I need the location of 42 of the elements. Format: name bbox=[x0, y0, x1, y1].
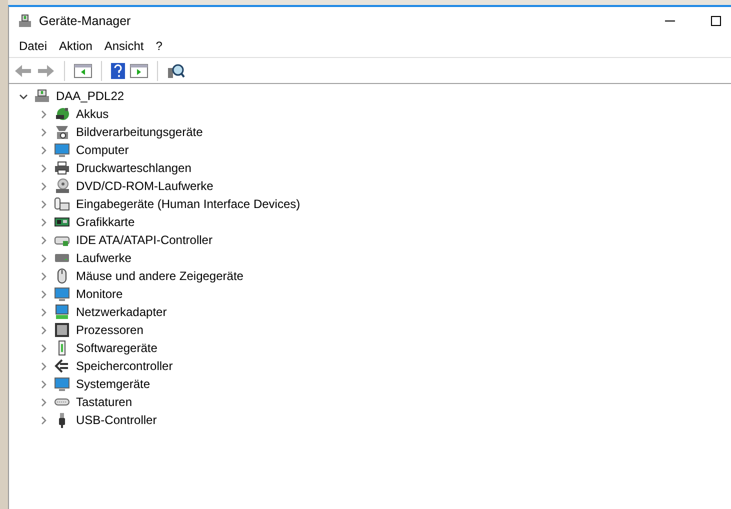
storage-controller-icon bbox=[54, 358, 70, 374]
tree-item[interactable]: Netzwerkadapter bbox=[76, 303, 167, 321]
tree-item[interactable]: Druckwarteschlangen bbox=[76, 159, 192, 177]
computer-icon bbox=[34, 88, 50, 104]
tree-item[interactable]: IDE ATA/ATAPI-Controller bbox=[76, 231, 212, 249]
console-tree-icon[interactable] bbox=[74, 64, 92, 78]
monitor-icon bbox=[54, 376, 70, 392]
processor-icon bbox=[54, 322, 70, 338]
tree-item[interactable]: USB-Controller bbox=[76, 411, 157, 429]
tree-item[interactable]: DVD/CD-ROM-Laufwerke bbox=[76, 177, 214, 195]
menu-item[interactable]: ? bbox=[150, 37, 168, 55]
monitor-icon bbox=[54, 142, 70, 158]
tree-item[interactable]: DAA_PDL22 bbox=[56, 87, 124, 105]
window-title: Geräte-Manager bbox=[39, 12, 131, 30]
action-pane-icon[interactable] bbox=[130, 64, 148, 78]
scan-hardware-icon[interactable] bbox=[167, 62, 185, 78]
tree-item[interactable]: Speichercontroller bbox=[76, 357, 173, 375]
keyboard-mouse-icon bbox=[54, 196, 70, 212]
printer-icon bbox=[54, 160, 70, 176]
camera-icon bbox=[54, 124, 70, 140]
tree-item[interactable]: Eingabegeräte (Human Interface Devices) bbox=[76, 195, 300, 213]
device-manager-icon bbox=[17, 13, 33, 29]
tree-item[interactable]: Systemgeräte bbox=[76, 375, 150, 393]
network-icon bbox=[54, 304, 70, 320]
tree-item[interactable]: Tastaturen bbox=[76, 393, 132, 411]
tree-item[interactable]: Akkus bbox=[76, 105, 109, 123]
tree-item[interactable]: Monitore bbox=[76, 285, 123, 303]
battery-icon bbox=[54, 106, 70, 122]
tree-item[interactable]: Computer bbox=[76, 141, 129, 159]
disc-drive-icon bbox=[54, 178, 70, 194]
menu-item[interactable]: Aktion bbox=[53, 37, 98, 55]
tree-item[interactable]: Softwaregeräte bbox=[76, 339, 158, 357]
monitor-icon bbox=[54, 286, 70, 302]
help-icon[interactable] bbox=[111, 62, 125, 78]
tree-item[interactable]: Mäuse und andere Zeigegeräte bbox=[76, 267, 244, 285]
menu-item[interactable]: Datei bbox=[13, 37, 54, 55]
tree-item[interactable]: Bildverarbeitungsgeräte bbox=[76, 123, 203, 141]
tree-item[interactable]: Grafikkarte bbox=[76, 213, 135, 231]
tree-item[interactable]: Laufwerke bbox=[76, 249, 132, 267]
tree-item[interactable]: Prozessoren bbox=[76, 321, 144, 339]
maximize-icon[interactable] bbox=[711, 16, 721, 26]
menu-item[interactable]: Ansicht bbox=[98, 37, 150, 55]
